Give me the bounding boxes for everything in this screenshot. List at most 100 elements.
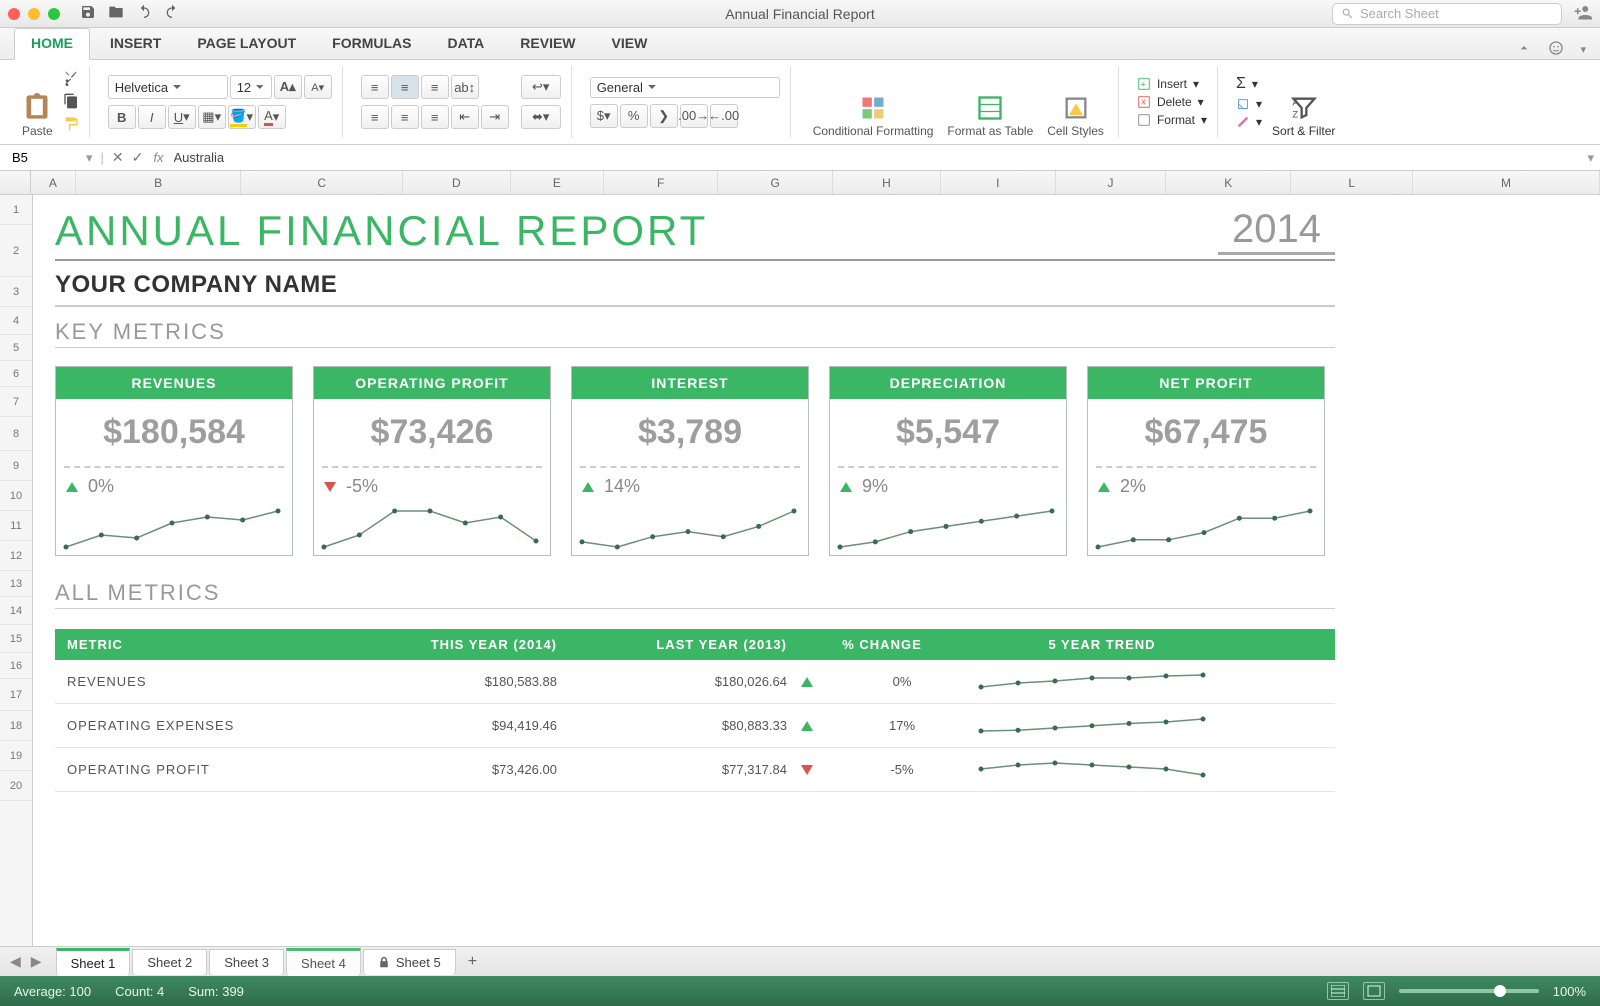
column-header[interactable]: I [941,171,1056,194]
delete-cells-button[interactable]: xDelete ▾ [1137,95,1207,109]
increase-decimal-icon[interactable]: .00→ [680,104,708,128]
prev-sheet-button[interactable]: ◀ [6,951,25,972]
collapse-ribbon-icon[interactable] [1516,40,1532,59]
row-header[interactable]: 12 [0,541,32,571]
format-cells-button[interactable]: Format ▾ [1137,113,1207,127]
sheet-tab[interactable]: Sheet 5 [363,949,456,975]
select-all-corner[interactable] [0,171,31,194]
decrease-font-icon[interactable]: A▾ [304,75,332,99]
border-button[interactable]: ▦▾ [198,105,226,129]
align-left-icon[interactable]: ≡ [361,105,389,129]
row-header[interactable]: 11 [0,511,32,541]
increase-font-icon[interactable]: A▴ [274,75,302,99]
bold-button[interactable]: B [108,105,136,129]
next-sheet-button[interactable]: ▶ [27,951,46,972]
undo-icon[interactable] [136,4,152,23]
row-header[interactable]: 2 [0,225,32,277]
align-center-icon[interactable]: ≡ [391,105,419,129]
row-header[interactable]: 10 [0,481,32,511]
format-as-table-button[interactable]: Format as Table [943,66,1037,138]
emoji-icon[interactable] [1548,40,1564,59]
row-header[interactable]: 8 [0,417,32,451]
orientation-icon[interactable]: ab↕ [451,75,479,99]
row-header[interactable]: 16 [0,653,32,679]
copy-icon[interactable] [63,93,79,112]
wrap-text-icon[interactable]: ↩▾ [521,75,561,99]
redo-icon[interactable] [164,4,180,23]
column-header[interactable]: A [31,171,76,194]
column-header[interactable]: F [604,171,718,194]
enter-formula-icon[interactable]: ✓ [132,149,144,166]
sheet-tab[interactable]: Sheet 3 [209,949,284,975]
row-header[interactable]: 14 [0,597,32,625]
row-header[interactable]: 15 [0,625,32,653]
number-format-dropdown[interactable]: General [590,77,780,98]
sheet-tab[interactable]: Sheet 4 [286,948,361,976]
page-layout-view-button[interactable] [1363,982,1385,1000]
paste-button[interactable]: Paste [18,66,57,138]
expand-formula-icon[interactable]: ▾ [1587,150,1594,166]
share-icon[interactable] [1574,3,1592,24]
fill-button[interactable]: ▾ [1236,97,1262,111]
zoom-slider[interactable] [1399,989,1539,993]
font-color-button[interactable]: A▾ [258,105,286,129]
tab-page-layout[interactable]: PAGE LAYOUT [181,29,312,59]
save-icon[interactable] [80,4,96,23]
add-sheet-button[interactable]: + [458,949,487,975]
row-header[interactable]: 9 [0,451,32,481]
row-header[interactable]: 13 [0,571,32,597]
italic-button[interactable]: I [138,105,166,129]
formula-input[interactable] [174,150,1582,165]
row-header[interactable]: 20 [0,771,32,801]
row-header[interactable]: 17 [0,679,32,711]
open-icon[interactable] [108,4,124,23]
decrease-indent-icon[interactable]: ⇤ [451,105,479,129]
fx-icon[interactable]: fx [153,150,163,165]
window-close-button[interactable] [8,8,20,20]
row-header[interactable]: 7 [0,387,32,417]
row-header[interactable]: 18 [0,711,32,741]
row-header[interactable]: 3 [0,277,32,307]
decrease-decimal-icon[interactable]: ←.00 [710,104,738,128]
name-box[interactable] [6,148,86,167]
chevron-down-icon[interactable]: ▾ [1580,43,1586,56]
clear-button[interactable]: ▾ [1236,115,1262,129]
increase-indent-icon[interactable]: ⇥ [481,105,509,129]
tab-view[interactable]: VIEW [596,29,664,59]
merge-cells-icon[interactable]: ⬌▾ [521,105,561,129]
row-header[interactable]: 6 [0,361,32,387]
insert-cells-button[interactable]: +Insert ▾ [1137,77,1207,91]
percent-icon[interactable]: % [620,104,648,128]
cut-icon[interactable] [63,70,79,89]
search-sheet-input[interactable]: Search Sheet [1332,3,1562,25]
column-header[interactable]: M [1413,171,1600,194]
cell-styles-button[interactable]: Cell Styles [1043,66,1108,138]
spreadsheet-grid[interactable]: 1 2 3 4 5 6 7 8 9 10 11 12 13 14 15 16 1… [0,195,1600,946]
row-header[interactable]: 4 [0,307,32,335]
column-header[interactable]: E [511,171,605,194]
fill-color-button[interactable]: 🪣▾ [228,105,256,129]
tab-insert[interactable]: INSERT [94,29,177,59]
align-bottom-icon[interactable]: ≡ [421,75,449,99]
column-header[interactable]: G [718,171,833,194]
window-fullscreen-button[interactable] [48,8,60,20]
align-top-icon[interactable]: ≡ [361,75,389,99]
align-middle-icon[interactable]: ≡ [391,75,419,99]
underline-button[interactable]: U▾ [168,105,196,129]
sheet-tab[interactable]: Sheet 2 [132,949,207,975]
column-header[interactable]: C [241,171,403,194]
tab-home[interactable]: HOME [14,28,90,60]
sheet-tab[interactable]: Sheet 1 [56,948,131,976]
tab-formulas[interactable]: FORMULAS [316,29,427,59]
tab-data[interactable]: DATA [431,29,500,59]
cancel-formula-icon[interactable]: ✕ [112,149,124,166]
currency-icon[interactable]: $▾ [590,104,618,128]
format-painter-icon[interactable] [63,116,79,135]
font-family-dropdown[interactable]: Helvetica [108,75,228,99]
row-header[interactable]: 1 [0,195,32,225]
row-header[interactable]: 19 [0,741,32,771]
column-header[interactable]: B [76,171,241,194]
autosum-button[interactable]: Σ ▾ [1236,75,1262,93]
column-header[interactable]: H [833,171,941,194]
comma-icon[interactable]: ❯ [650,104,678,128]
